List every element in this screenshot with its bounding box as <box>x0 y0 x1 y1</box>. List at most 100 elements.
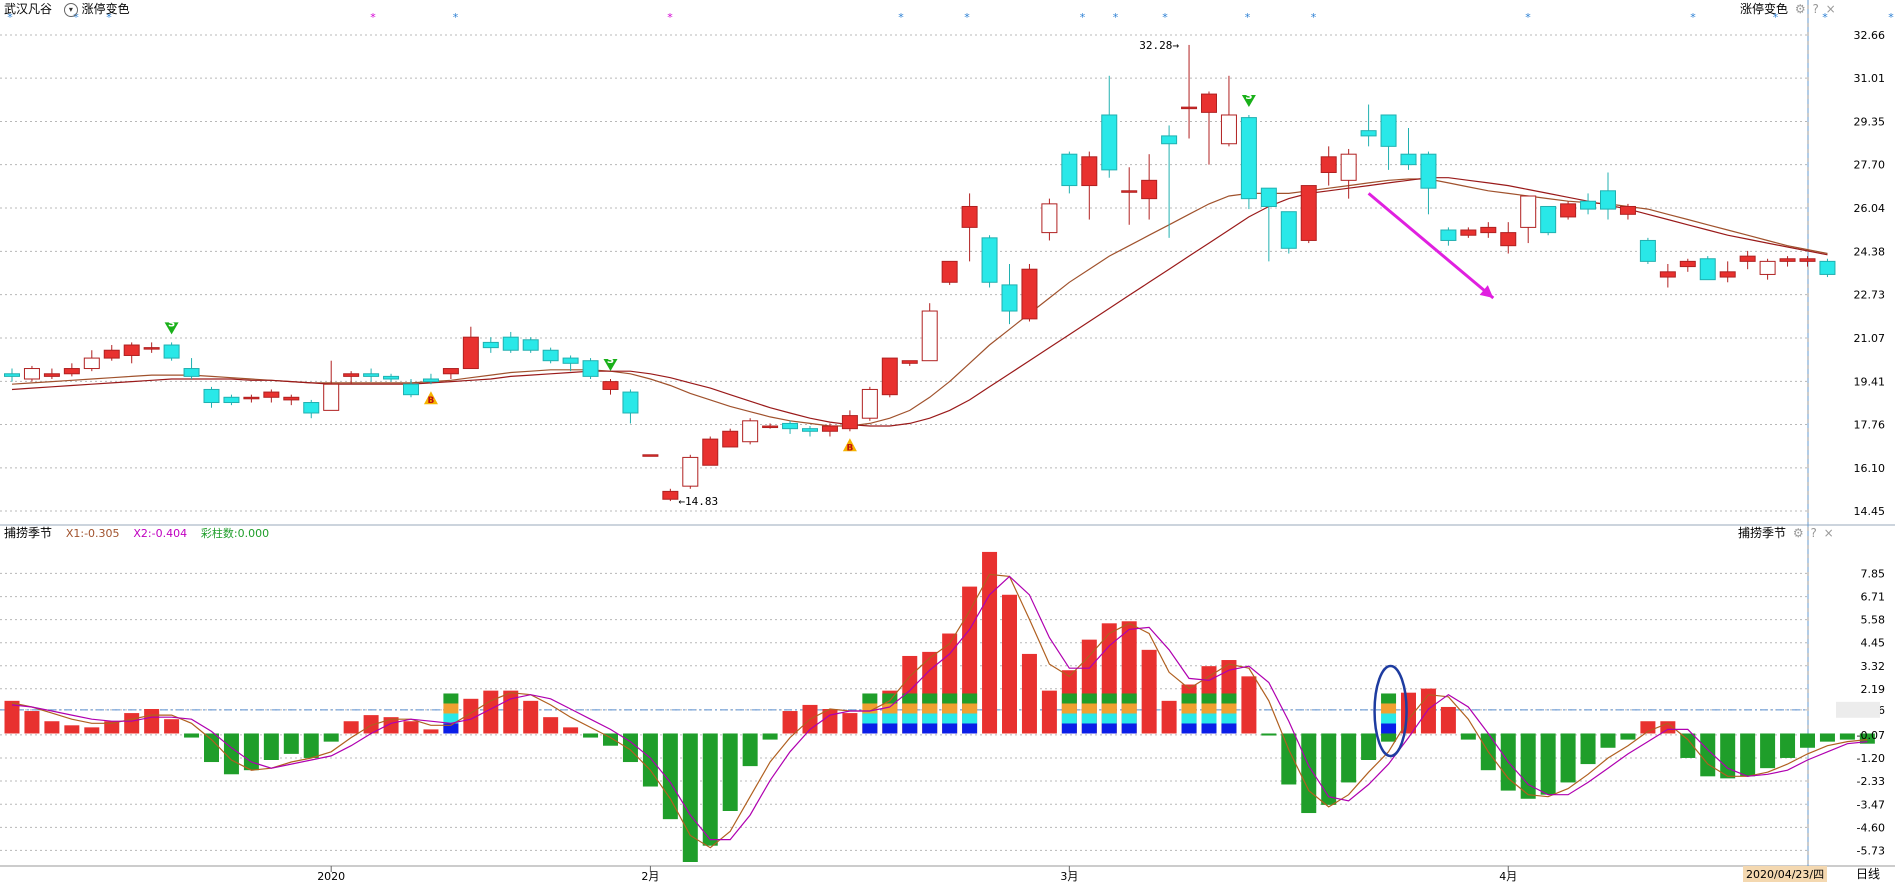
oscillator-bar <box>1141 649 1157 734</box>
candle-body <box>742 420 759 443</box>
price-tick-label: 19.41 <box>1854 375 1886 388</box>
color-band-bar <box>962 723 978 734</box>
candle-body <box>1759 260 1776 275</box>
color-band-bar <box>922 723 938 734</box>
osc-tick-label: -0.07 <box>1857 729 1885 742</box>
chevron-down-icon[interactable]: ▾ <box>63 2 78 17</box>
candle-body <box>223 396 240 404</box>
candle-body <box>442 368 459 375</box>
color-band-bar <box>1381 693 1397 704</box>
chart-canvas[interactable]: 32.66 31.01 29.35 27.70 26.04 24.38 22.73 21.07… <box>0 0 1895 882</box>
candlestick-layer <box>4 44 1836 502</box>
color-band-bar <box>1381 723 1397 734</box>
signal-star-icon: * <box>667 11 673 24</box>
sell-marker-label: S <box>607 355 614 366</box>
candle-body <box>203 388 220 404</box>
candle-body <box>462 336 479 370</box>
candle-body <box>1001 284 1018 312</box>
period-button[interactable]: 日线 <box>1856 865 1880 882</box>
candle-body <box>103 349 120 359</box>
x2-line <box>11 575 1868 841</box>
price-tick-label: 29.35 <box>1854 116 1886 129</box>
time-tick-label: 2020 <box>317 870 345 882</box>
sell-marker-label: S <box>1245 91 1252 102</box>
candle-body <box>1639 239 1656 262</box>
close-icon[interactable]: × <box>1826 2 1836 16</box>
oscillator-bar <box>1839 733 1855 740</box>
osc-tick-label: -1.20 <box>1857 752 1885 765</box>
oscillator-bar <box>1819 733 1835 742</box>
candle-body <box>1719 271 1736 278</box>
candle-body <box>1739 255 1756 262</box>
color-band-bar <box>443 703 459 714</box>
price-tick-label: 31.01 <box>1854 72 1886 85</box>
candle-body <box>622 391 639 414</box>
color-band-bar <box>942 693 958 704</box>
color-band-bar <box>1201 713 1217 724</box>
osc-tick-label: 7.85 <box>1861 567 1886 580</box>
oscillator-bar <box>1780 733 1796 758</box>
color-band-bar <box>1061 723 1077 734</box>
candle-body <box>762 425 779 429</box>
color-band-bar <box>1101 703 1117 714</box>
gear-icon[interactable]: ⚙ <box>1795 2 1806 16</box>
candle-body <box>1240 117 1257 200</box>
price-tick-label: 14.45 <box>1854 505 1886 518</box>
signal-star-icon: * <box>1888 11 1894 24</box>
osc-tick-label: -5.73 <box>1857 844 1885 857</box>
oscillator-bar <box>1021 653 1037 734</box>
oscillator-bar <box>762 733 778 740</box>
color-band-bar <box>862 713 878 724</box>
candle-body <box>1440 229 1457 241</box>
candle-body <box>881 357 898 396</box>
candle-body <box>303 402 320 414</box>
oscillator-bar <box>702 733 718 846</box>
oscillator-bar <box>1161 700 1177 734</box>
oscillator-bar <box>64 725 80 734</box>
candle-body <box>43 373 60 377</box>
color-band-bar <box>1101 693 1117 704</box>
candle-body <box>642 454 659 457</box>
color-band-bar <box>1081 723 1097 734</box>
sub-header-right: 捕捞季节 ⚙ ? × <box>1738 524 1834 541</box>
color-band-bar <box>882 723 898 734</box>
candle-body <box>343 373 360 377</box>
price-tick-label: 21.07 <box>1854 332 1886 345</box>
color-band-bar <box>1081 693 1097 704</box>
candle-body <box>1500 232 1517 247</box>
candle-body <box>363 373 380 377</box>
color-band-bar <box>902 703 918 714</box>
color-band-bar <box>1121 723 1137 734</box>
question-icon[interactable]: ? <box>1812 2 1818 16</box>
oscillator-bar <box>1281 733 1297 785</box>
osc-tick-label: -4.60 <box>1857 821 1885 834</box>
color-band-bar <box>922 693 938 704</box>
candle-body <box>163 344 180 359</box>
candle-body <box>1340 153 1357 181</box>
candle-body <box>542 349 559 362</box>
color-band-bar <box>1061 713 1077 724</box>
color-bar-count: 彩柱数:0.000 <box>200 527 270 540</box>
candle-body <box>841 415 858 430</box>
indicator-name[interactable]: 涨停变色 <box>82 2 130 16</box>
candle-body <box>63 368 80 375</box>
candle-body <box>1220 114 1237 145</box>
color-band-bar <box>1101 723 1117 734</box>
color-band-bar <box>1201 693 1217 704</box>
oscillator-bar <box>1341 733 1357 783</box>
candle-body <box>1420 153 1437 189</box>
candle-body <box>941 260 958 283</box>
candle-body <box>782 422 799 430</box>
signal-star-icon: * <box>1080 11 1086 24</box>
osc-tick-label: 3.32 <box>1861 660 1886 673</box>
candle-body <box>1659 271 1676 278</box>
question-icon[interactable]: ? <box>1810 526 1816 540</box>
gear-icon[interactable]: ⚙ <box>1793 526 1804 540</box>
color-band-bar <box>882 713 898 724</box>
color-band-bar <box>962 713 978 724</box>
color-band-bar <box>1061 703 1077 714</box>
candle-body <box>961 205 978 228</box>
indicator-name-right: 涨停变色 <box>1740 2 1789 16</box>
close-icon[interactable]: × <box>1824 526 1834 540</box>
oscillator-bar <box>503 690 519 734</box>
